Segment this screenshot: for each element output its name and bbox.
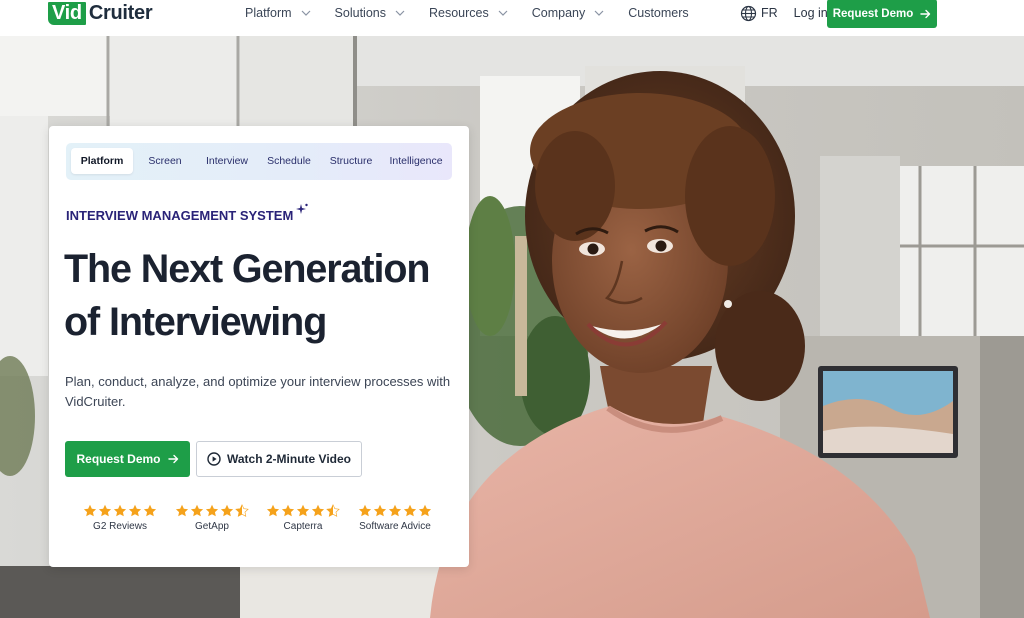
request-demo-button[interactable]: Request Demo xyxy=(65,441,190,477)
tab-interview[interactable]: Interview xyxy=(197,148,257,174)
chevron-down-icon xyxy=(301,10,310,16)
nav-item-customers[interactable]: Customers xyxy=(628,6,688,20)
star-icon xyxy=(358,504,372,517)
site-header: Vid Cruiter Platform Solutions Resources… xyxy=(0,0,1024,36)
sparkle-icon xyxy=(296,203,308,214)
button-label: Watch 2-Minute Video xyxy=(226,452,351,466)
rating-label: G2 Reviews xyxy=(93,521,147,532)
tab-platform[interactable]: Platform xyxy=(71,148,133,174)
star-icon xyxy=(403,504,417,517)
hero-section: Platform Screen Interview Schedule Struc… xyxy=(0,36,1024,618)
header-utilities: FR Log in xyxy=(740,0,841,26)
nav-item-company[interactable]: Company xyxy=(532,6,605,20)
tab-structure[interactable]: Structure xyxy=(321,148,381,174)
headline-line-1: The Next Generation xyxy=(64,247,431,291)
logo-text: Cruiter xyxy=(88,1,153,24)
star-icon xyxy=(418,504,432,517)
product-tabs: Platform Screen Interview Schedule Struc… xyxy=(66,143,452,180)
logo-mark: Vid xyxy=(48,1,86,25)
star-rating xyxy=(345,504,445,519)
hero-headline: The Next Generation of Interviewing xyxy=(64,243,464,349)
nav-item-platform[interactable]: Platform xyxy=(245,6,311,20)
eyebrow-text: INTERVIEW MANAGEMENT SYSTEM xyxy=(66,208,294,223)
star-icon xyxy=(113,504,127,517)
star-icon xyxy=(388,504,402,517)
button-label: Request Demo xyxy=(832,7,914,20)
language-label: FR xyxy=(761,6,778,20)
arrow-right-icon xyxy=(920,9,931,18)
star-icon xyxy=(296,504,310,517)
globe-icon xyxy=(740,5,757,21)
star-rating xyxy=(70,504,170,519)
rating-g2[interactable]: G2 Reviews xyxy=(70,504,170,532)
star-icon xyxy=(175,504,189,517)
main-nav: Platform Solutions Resources Company Cus… xyxy=(245,0,689,26)
rating-software-advice[interactable]: Software Advice xyxy=(345,504,445,532)
star-icon xyxy=(205,504,219,517)
star-icon xyxy=(266,504,280,517)
eyebrow-heading: INTERVIEW MANAGEMENT SYSTEM xyxy=(66,203,309,223)
tab-intelligence[interactable]: Intelligence xyxy=(384,148,448,174)
nav-label: Resources xyxy=(428,6,489,20)
star-icon xyxy=(190,504,204,517)
star-icon xyxy=(83,504,97,517)
nav-item-resources[interactable]: Resources xyxy=(429,6,508,20)
vidcruiter-logo[interactable]: Vid Cruiter xyxy=(48,1,153,25)
rating-label: GetApp xyxy=(195,521,229,532)
nav-label: Solutions xyxy=(334,6,386,20)
star-icon xyxy=(98,504,112,517)
play-circle-icon xyxy=(207,452,221,466)
nav-label: Customers xyxy=(628,6,689,20)
star-icon xyxy=(311,504,325,517)
nav-label: Company xyxy=(531,6,586,20)
rating-capterra[interactable]: Capterra xyxy=(253,504,353,532)
star-icon xyxy=(220,504,234,517)
rating-label: Software Advice xyxy=(359,521,431,532)
arrow-right-icon xyxy=(167,454,178,464)
login-link[interactable]: Log in xyxy=(794,6,828,20)
watch-video-button[interactable]: Watch 2-Minute Video xyxy=(196,441,362,477)
star-icon xyxy=(235,504,249,517)
star-rating xyxy=(253,504,353,519)
nav-item-solutions[interactable]: Solutions xyxy=(335,6,405,20)
chevron-down-icon xyxy=(395,10,405,16)
header-request-demo-button[interactable]: Request Demo xyxy=(827,0,937,28)
star-icon xyxy=(281,504,295,517)
rating-label: Capterra xyxy=(283,521,323,532)
star-rating xyxy=(162,504,262,519)
star-icon xyxy=(128,504,142,517)
tab-screen[interactable]: Screen xyxy=(136,148,194,174)
star-icon xyxy=(143,504,157,517)
hero-card: Platform Screen Interview Schedule Struc… xyxy=(49,126,469,567)
nav-label: Platform xyxy=(245,6,292,20)
tab-schedule[interactable]: Schedule xyxy=(260,148,318,174)
headline-line-2: of Interviewing xyxy=(64,300,327,344)
review-ratings: G2 Reviews GetApp Capterra Software Advi… xyxy=(65,504,455,544)
language-switcher[interactable]: FR xyxy=(740,5,778,22)
star-icon xyxy=(326,504,340,517)
star-icon xyxy=(373,504,387,517)
chevron-down-icon xyxy=(498,10,508,16)
rating-getapp[interactable]: GetApp xyxy=(162,504,262,532)
chevron-down-icon xyxy=(594,10,604,16)
hero-description: Plan, conduct, analyze, and optimize you… xyxy=(65,374,451,409)
button-label: Request Demo xyxy=(76,452,161,466)
